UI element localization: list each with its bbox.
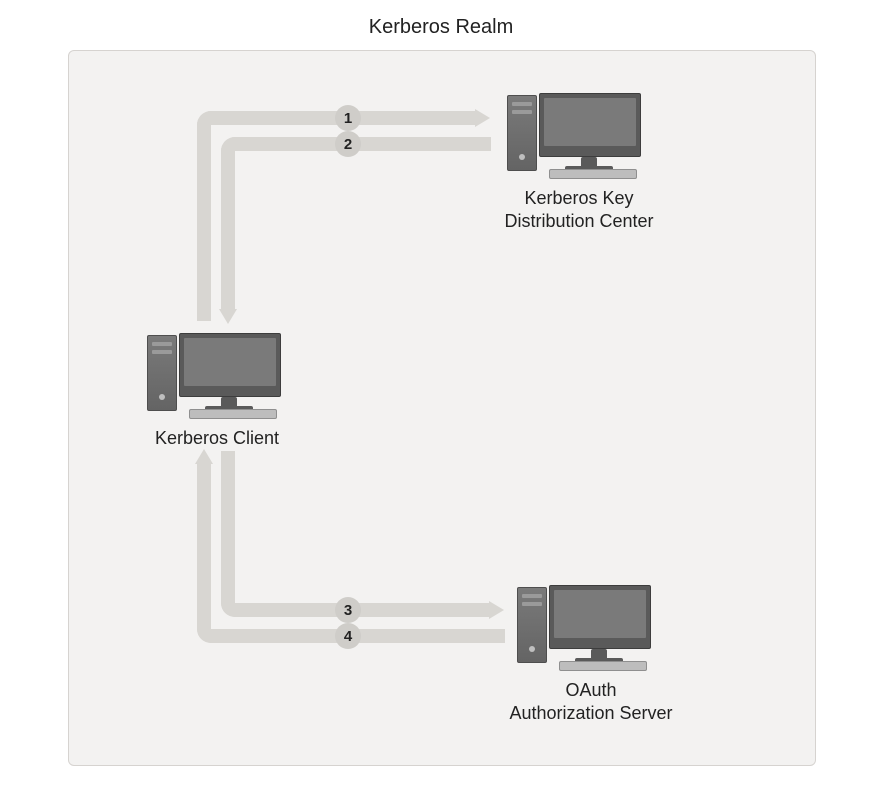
- flow-3-connector: [221, 451, 235, 617]
- realm-container: 1 2 3 4 Kerberos Key Distribution Center: [68, 50, 816, 766]
- flow-1-arrowhead-icon: [475, 109, 490, 127]
- oauth-node-icon: [517, 581, 657, 663]
- diagram-title: Kerberos Realm: [0, 16, 882, 39]
- client-node-label: Kerberos Client: [147, 427, 287, 450]
- step-badge-3: 3: [335, 597, 361, 623]
- client-node-icon: [147, 329, 287, 411]
- flow-3-arrowhead-icon: [489, 601, 504, 619]
- kdc-node-label: Kerberos Key Distribution Center: [489, 187, 669, 232]
- kdc-label-line2: Distribution Center: [504, 211, 653, 231]
- flow-2-connector: [221, 137, 235, 311]
- flow-4-arrowhead-icon: [195, 449, 213, 464]
- step-badge-4: 4: [335, 623, 361, 649]
- step-badge-1: 1: [335, 105, 361, 131]
- step-badge-2: 2: [335, 131, 361, 157]
- oauth-node-label: OAuth Authorization Server: [501, 679, 681, 724]
- flow-1-connector: [197, 111, 211, 321]
- diagram-canvas: Kerberos Realm 1 2 3 4: [0, 0, 882, 800]
- oauth-label-line2: Authorization Server: [509, 703, 672, 723]
- oauth-label-line1: OAuth: [565, 680, 616, 700]
- flow-4-connector: [197, 463, 211, 643]
- kdc-label-line1: Kerberos Key: [524, 188, 633, 208]
- kdc-node-icon: [507, 89, 647, 171]
- flow-2-arrowhead-icon: [219, 309, 237, 324]
